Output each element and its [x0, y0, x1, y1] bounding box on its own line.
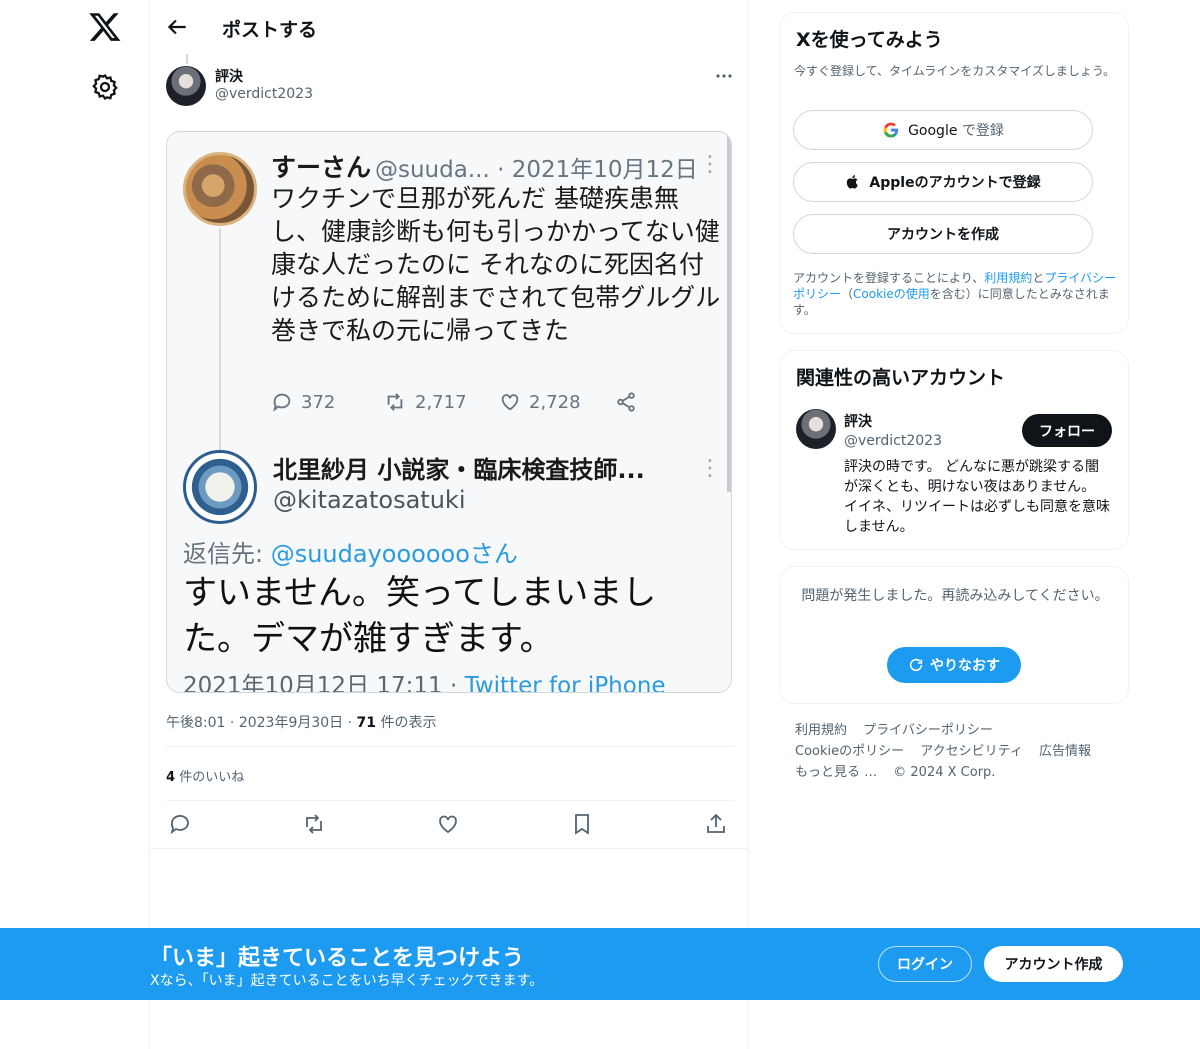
- retweet-icon[interactable]: [302, 812, 328, 838]
- embedded-timestamp: 2021年10月12日 17:11 · Twitter for iPhone: [183, 673, 666, 693]
- view-label: 件の表示: [380, 715, 437, 731]
- signup-banner: 「いま」起きていることを見つけよう Xなら、「いま」起きていることをいち早くチェ…: [0, 928, 1200, 1000]
- embedded-thread-line: [219, 228, 221, 450]
- google-signup-button[interactable]: Google で登録: [793, 110, 1093, 150]
- related-name[interactable]: 評決: [844, 411, 872, 431]
- signup-subtitle: 今すぐ登録して、タイムラインをカスタマイズしましょう。: [794, 64, 1116, 78]
- embedded-reply: 372: [271, 391, 335, 413]
- tweet-date[interactable]: 2023年9月30日: [239, 715, 343, 731]
- signup-button[interactable]: アカウント作成: [984, 946, 1123, 982]
- handle[interactable]: @verdict2023: [215, 86, 313, 102]
- retry-button[interactable]: やりなおす: [887, 647, 1021, 683]
- footer-link[interactable]: Cookieのポリシー: [795, 744, 904, 759]
- embedded-body-1: ワクチンで旦那が死んだ 基礎疾患無し、健康診断も何も引っかかってない健康な人だっ…: [271, 184, 721, 345]
- banner-title: 「いま」起きていることを見つけよう: [150, 946, 525, 971]
- footer-link[interactable]: 利用規約: [795, 723, 847, 738]
- terms-link[interactable]: 利用規約: [984, 271, 1032, 285]
- embedded-reply-to: 返信先: @suudayooooooさん: [183, 540, 518, 568]
- footer-links: 利用規約 プライバシーポリシー Cookieのポリシー アクセシビリティ 広告情…: [795, 720, 1125, 783]
- x-logo-icon[interactable]: [88, 10, 122, 44]
- related-title: 関連性の高いアカウント: [796, 367, 1006, 389]
- retry-label: やりなおす: [930, 658, 1000, 674]
- error-message: 問題が発生しました。再読み込みしてください。: [801, 588, 1109, 604]
- create-account-label: アカウントを作成: [887, 227, 999, 243]
- embedded-like-count: 2,728: [529, 391, 581, 413]
- embedded-actions: 372 2,717 2,728: [271, 391, 651, 419]
- tweet-image[interactable]: すーさん @suuda... · 2021年10月12日 ⋮ ワクチンで旦那が死…: [166, 131, 732, 693]
- divider: [166, 746, 734, 747]
- cookie-link[interactable]: Cookieの使用: [853, 287, 930, 301]
- view-count: 71: [356, 715, 377, 731]
- banner-subtitle: Xなら、「いま」起きていることをいち早くチェックできます。: [150, 973, 544, 989]
- share-icon: [617, 392, 635, 412]
- error-card: 問題が発生しました。再読み込みしてください。 やりなおす: [779, 566, 1129, 704]
- likes-count[interactable]: 4 件のいいね: [166, 766, 244, 785]
- display-name[interactable]: 評決: [215, 66, 243, 86]
- tweet-time[interactable]: 午後8:01: [166, 715, 225, 731]
- footer-link[interactable]: 広告情報: [1039, 744, 1091, 759]
- tweet-author: 評決 @verdict2023: [166, 64, 736, 112]
- create-account-button[interactable]: アカウントを作成: [793, 214, 1093, 254]
- top-bar: ポストする: [150, 0, 748, 54]
- embedded-more-icon-1: ⋮: [699, 152, 721, 177]
- embedded-retweet-count: 2,717: [415, 391, 467, 413]
- embedded-name-1: すーさん: [271, 153, 372, 182]
- retweet-icon: [387, 393, 403, 411]
- follow-button[interactable]: フォロー: [1022, 414, 1112, 447]
- related-handle[interactable]: @verdict2023: [844, 433, 942, 449]
- main-column: ポストする 評決 @verdict2023 すーさん @suuda... · 2…: [149, 0, 749, 1049]
- heart-icon[interactable]: [436, 812, 462, 838]
- heart-icon: [501, 394, 519, 411]
- related-bio: 評決の時です。 どんなに悪が跳梁する闇が深くとも、明けない夜はありません。 イイ…: [844, 459, 1110, 535]
- share-icon[interactable]: [704, 812, 730, 838]
- footer-link[interactable]: アクセシビリティ: [920, 744, 1023, 759]
- footer-link[interactable]: もっと見る …: [795, 765, 877, 780]
- page-title: ポストする: [222, 19, 318, 41]
- embedded-name-2: 北里紗月 小説家・臨床検査技師...: [273, 456, 645, 484]
- embedded-like: 2,728: [499, 391, 581, 413]
- signup-card: Xを使ってみよう 今すぐ登録して、タイムラインをカスタマイズしましょう。 Goo…: [779, 12, 1129, 334]
- embedded-share: [615, 391, 637, 413]
- apple-icon: [845, 173, 861, 191]
- divider: [150, 848, 748, 849]
- arrow-left-icon[interactable]: [164, 14, 190, 40]
- embedded-body-2: すいません。笑ってしまいました。デマが雑すぎます。: [183, 573, 657, 659]
- more-icon[interactable]: [712, 66, 736, 86]
- embedded-meta-1: @suuda... · 2021年10月12日: [375, 157, 698, 183]
- image-scrollbar: [727, 132, 731, 492]
- login-button[interactable]: ログイン: [878, 946, 972, 982]
- signup-title: Xを使ってみよう: [796, 29, 943, 51]
- signup-legal: アカウントを登録することにより、利用規約とプライバシーポリシー（Cookieの使…: [793, 271, 1117, 317]
- avatar[interactable]: [796, 409, 836, 449]
- embedded-retweet: 2,717: [383, 391, 467, 413]
- reply-icon: [273, 393, 291, 412]
- left-nav: [0, 0, 150, 1049]
- apple-signup-button[interactable]: Appleのアカウントで登録: [793, 162, 1093, 202]
- tweet-meta: 午後8:01 · 2023年9月30日 · 71 件の表示: [166, 715, 437, 731]
- related-accounts-card: 関連性の高いアカウント 評決 @verdict2023 フォロー 評決の時です。…: [779, 350, 1129, 550]
- embedded-handle-2: @kitazatosatuki: [273, 486, 466, 514]
- embedded-reply-count: 372: [301, 391, 336, 413]
- divider: [166, 800, 734, 801]
- apple-signup-label: Appleのアカウントで登録: [869, 175, 1041, 191]
- tweet-actions: [166, 812, 734, 838]
- thread-line: [186, 54, 188, 64]
- embedded-avatar-1: [183, 152, 257, 226]
- google-signup-label: Google で登録: [908, 123, 1004, 139]
- embedded-more-icon-2: ⋮: [699, 456, 721, 481]
- footer-link[interactable]: プライバシーポリシー: [863, 723, 993, 738]
- google-icon: [882, 121, 900, 139]
- refresh-icon: [908, 657, 924, 673]
- gear-icon[interactable]: [90, 72, 120, 102]
- embedded-avatar-2: [183, 450, 257, 524]
- copyright: © 2024 X Corp.: [893, 765, 996, 780]
- avatar[interactable]: [166, 66, 206, 106]
- bookmark-icon[interactable]: [570, 812, 596, 838]
- reply-icon[interactable]: [168, 812, 194, 838]
